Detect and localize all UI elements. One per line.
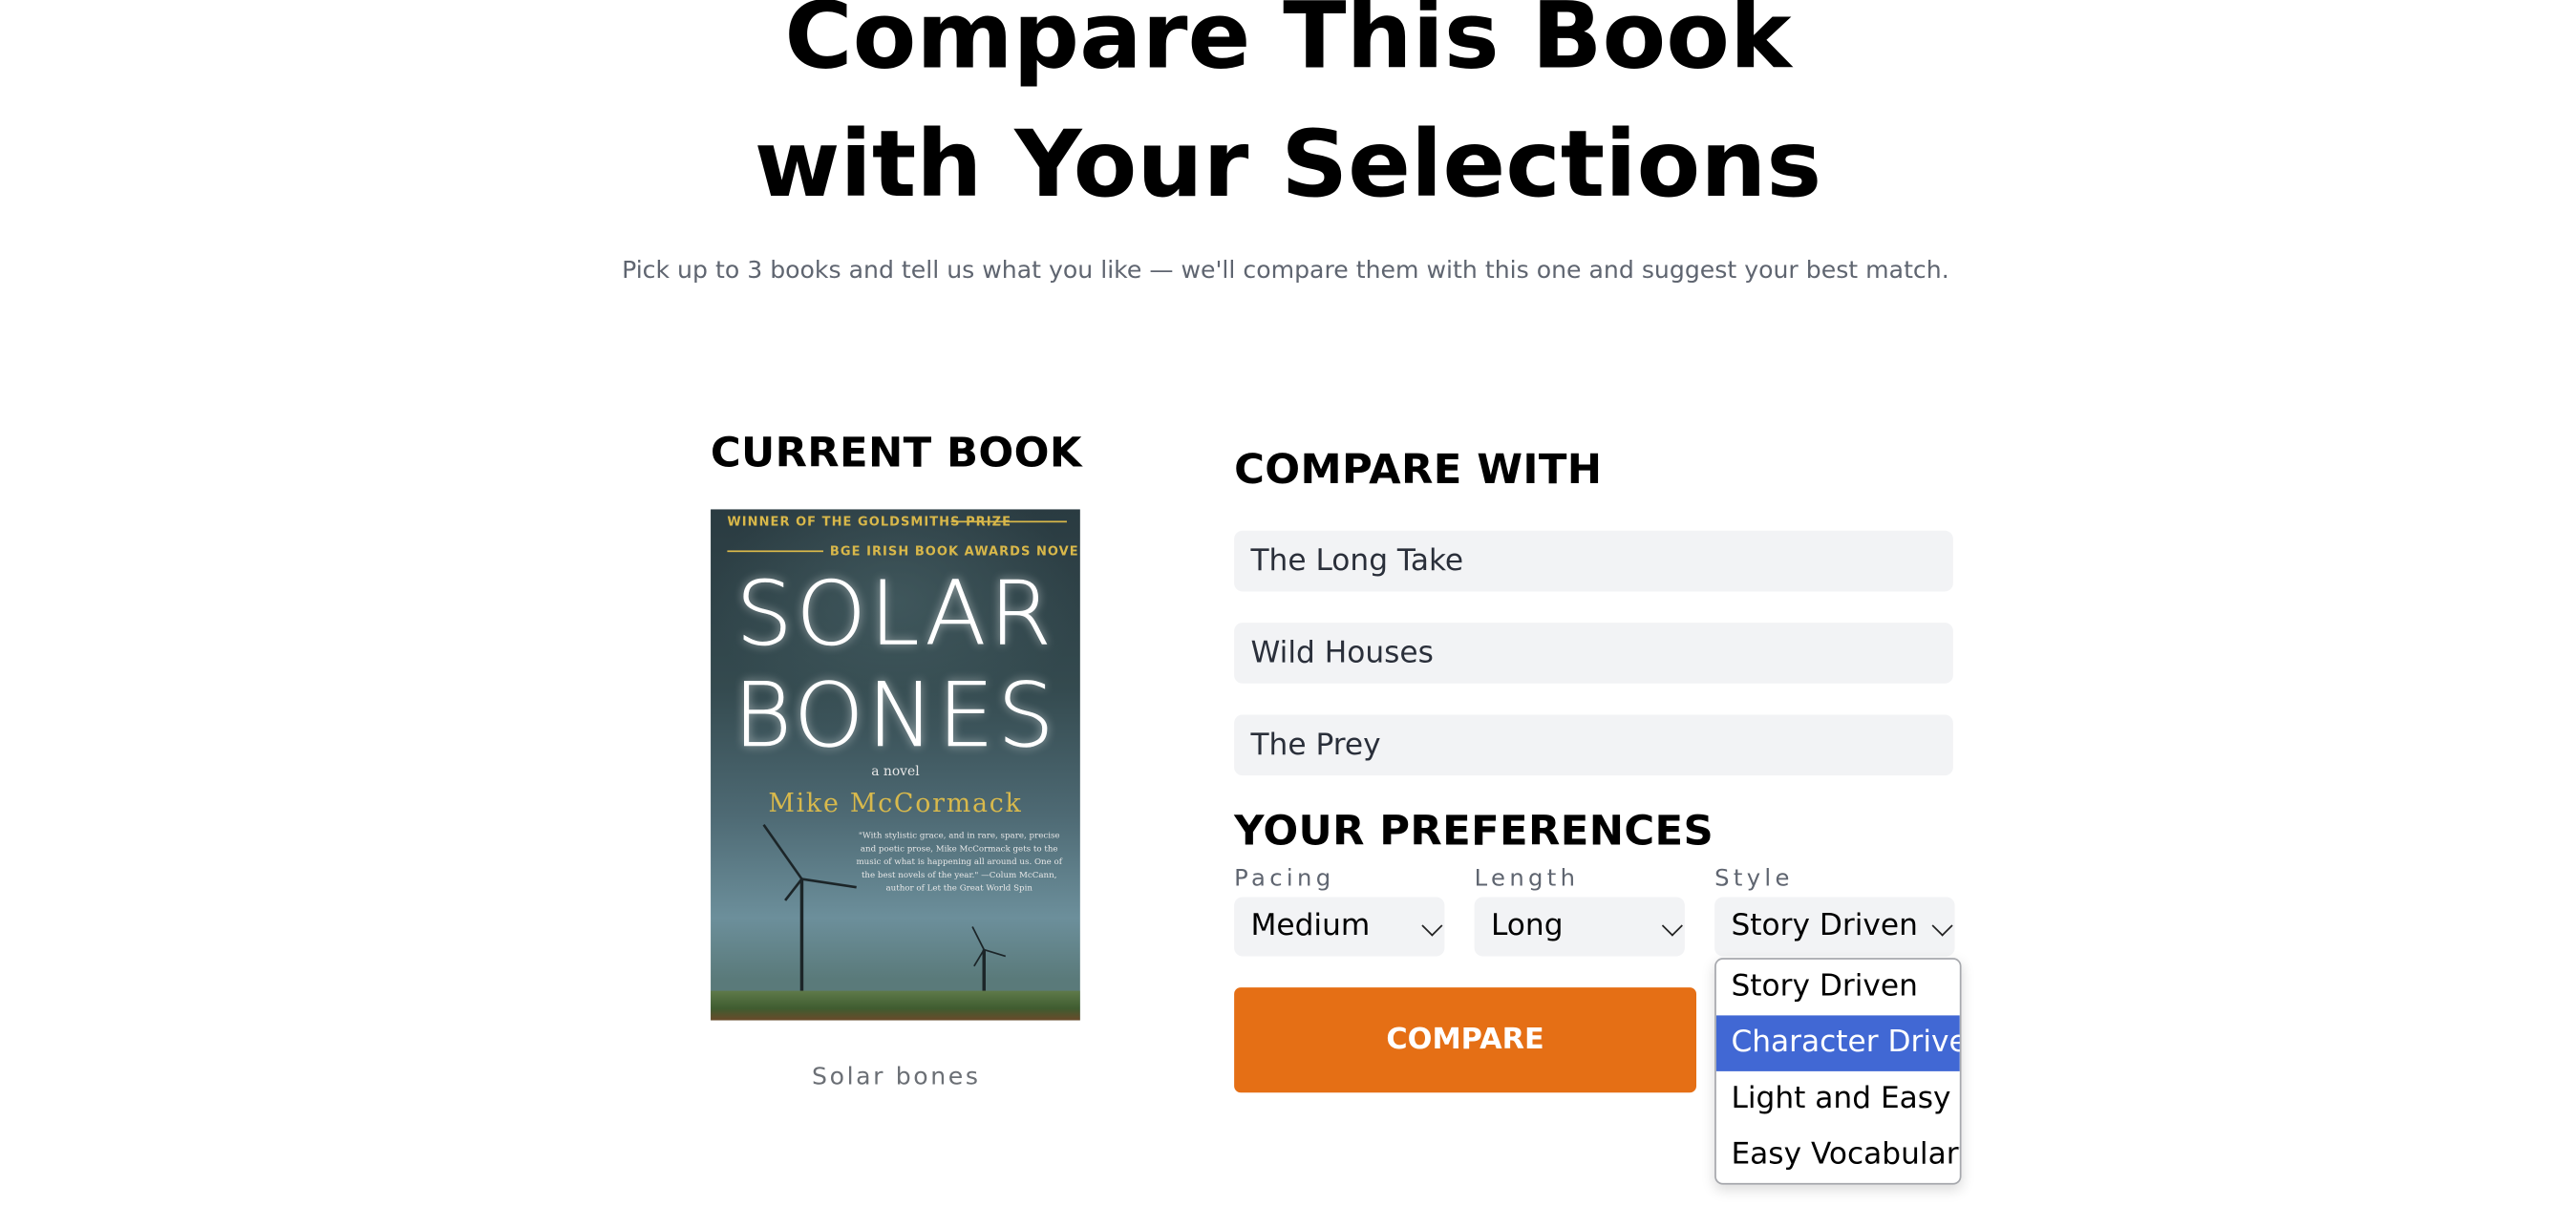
preferences-heading: YOUR PREFERENCES: [1234, 806, 1714, 855]
length-label: Length: [1474, 865, 1580, 893]
pacing-select-value: Medium: [1250, 908, 1371, 943]
compare-book-input-1[interactable]: The Long Take: [1234, 530, 1953, 592]
length-select-value: Long: [1490, 908, 1564, 943]
cover-author: Mike McCormack: [768, 788, 1023, 818]
chevron-down-icon: [1421, 915, 1443, 937]
style-label: Style: [1714, 865, 1794, 893]
style-select[interactable]: Story Driven: [1714, 897, 1955, 957]
cover-award-line-2: BGE IRISH BOOK AWARDS NOVEL OF THE YEAR: [829, 543, 1080, 560]
cover-rule: [727, 550, 823, 553]
style-option-story-driven[interactable]: Story Driven: [1716, 960, 1960, 1016]
current-book-caption: Solar bones: [812, 1065, 981, 1091]
wind-turbine-blades-icon: [971, 926, 1007, 967]
page-title-line-1: Compare This Book: [784, 0, 1792, 91]
style-option-easy-vocabulary[interactable]: Easy Vocabulary: [1716, 1127, 1959, 1183]
wind-turbine-blades-icon: [762, 824, 857, 901]
chevron-down-icon: [1661, 915, 1683, 937]
cover-subtitle: a novel: [871, 764, 920, 779]
chevron-down-icon: [1931, 915, 1953, 937]
length-select[interactable]: Long: [1474, 897, 1685, 957]
compare-book-input-3[interactable]: The Prey: [1234, 714, 1953, 776]
book-cover-image: WINNER OF THE GOLDSMITHS PRIZE BGE IRISH…: [711, 509, 1080, 1021]
style-option-light-and-easy[interactable]: Light and Easy: [1716, 1071, 1960, 1128]
pacing-label: Pacing: [1234, 865, 1335, 893]
page-root: Compare This Book with Your Selections P…: [0, 0, 2576, 1206]
style-dropdown-menu[interactable]: Story Driven Character Driven Light and …: [1714, 958, 1962, 1185]
current-book-heading: CURRENT BOOK: [710, 429, 1082, 477]
pacing-select[interactable]: Medium: [1234, 897, 1445, 957]
style-select-value: Story Driven: [1731, 908, 1918, 943]
compare-button[interactable]: COMPARE: [1234, 987, 1697, 1093]
cover-rule: [950, 520, 1067, 523]
compare-book-input-2[interactable]: Wild Houses: [1234, 623, 1953, 684]
cover-quote: "With stylistic grace, and in rare, spar…: [856, 831, 1062, 895]
compare-with-heading: COMPARE WITH: [1234, 445, 1603, 494]
cover-title-word-2: BONES: [733, 664, 1058, 768]
style-option-character-driven[interactable]: Character Driven: [1715, 1015, 1960, 1071]
page-subtitle: Pick up to 3 books and tell us what you …: [622, 258, 1949, 285]
cover-ground: [711, 990, 1080, 1021]
page-title-line-2: with Your Selections: [754, 112, 1822, 219]
cover-title-word-1: SOLAR: [735, 561, 1055, 666]
